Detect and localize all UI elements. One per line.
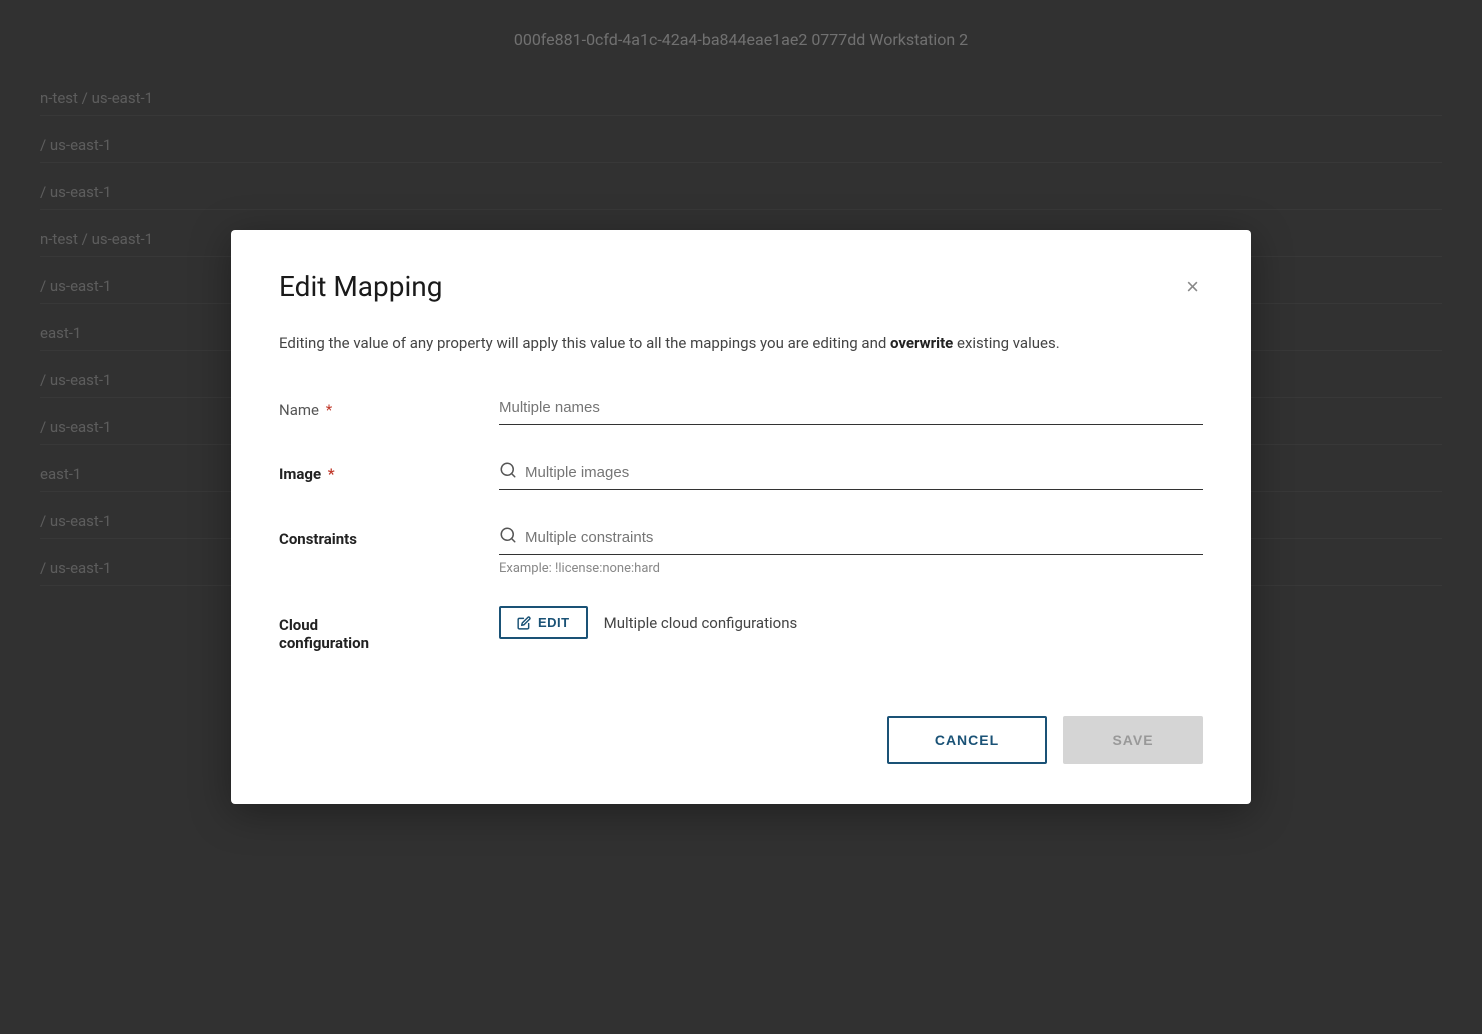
cloud-config-label: Cloud configuration	[279, 606, 499, 652]
description-text-2: existing values.	[953, 334, 1059, 352]
modal-overlay: Edit Mapping × Editing the value of any …	[0, 0, 1482, 1034]
name-label: Name *	[279, 391, 499, 419]
cancel-button[interactable]: CANCEL	[887, 716, 1047, 764]
edit-mapping-modal: Edit Mapping × Editing the value of any …	[231, 230, 1251, 804]
name-required: *	[322, 401, 332, 419]
image-label: Image *	[279, 455, 499, 483]
name-input[interactable]	[499, 391, 1203, 425]
image-input[interactable]	[525, 464, 1203, 481]
cloud-config-value: Multiple cloud configurations	[604, 614, 798, 632]
modal-close-button[interactable]: ×	[1182, 272, 1203, 302]
constraints-field-row: Constraints Example: !license:none:hard	[279, 520, 1203, 576]
constraints-hint: Example: !license:none:hard	[499, 561, 1203, 576]
constraints-search-icon	[499, 526, 517, 548]
cloud-config-row: EDIT Multiple cloud configurations	[499, 606, 1203, 639]
image-search-icon	[499, 461, 517, 483]
name-field-row: Name *	[279, 391, 1203, 425]
constraints-input[interactable]	[525, 529, 1203, 546]
description-bold: overwrite	[890, 334, 953, 352]
edit-button-label: EDIT	[538, 615, 570, 630]
constraints-label: Constraints	[279, 520, 499, 548]
cloud-config-edit-button[interactable]: EDIT	[499, 606, 588, 639]
modal-title: Edit Mapping	[279, 270, 442, 303]
constraints-search-wrapper	[499, 520, 1203, 555]
constraints-field: Example: !license:none:hard	[499, 520, 1203, 576]
cloud-config-field: EDIT Multiple cloud configurations	[499, 606, 1203, 639]
modal-description: Editing the value of any property will a…	[279, 331, 1203, 355]
image-field	[499, 455, 1203, 490]
image-search-wrapper	[499, 455, 1203, 490]
cloud-config-field-row: Cloud configuration EDIT Multiple cloud …	[279, 606, 1203, 652]
image-required: *	[324, 465, 335, 483]
image-field-row: Image *	[279, 455, 1203, 490]
description-text-1: Editing the value of any property will a…	[279, 334, 890, 352]
edit-pencil-icon	[517, 616, 531, 630]
modal-footer: CANCEL SAVE	[279, 700, 1203, 764]
close-icon: ×	[1186, 274, 1199, 299]
modal-header: Edit Mapping ×	[279, 270, 1203, 303]
save-button[interactable]: SAVE	[1063, 716, 1203, 764]
name-field	[499, 391, 1203, 425]
